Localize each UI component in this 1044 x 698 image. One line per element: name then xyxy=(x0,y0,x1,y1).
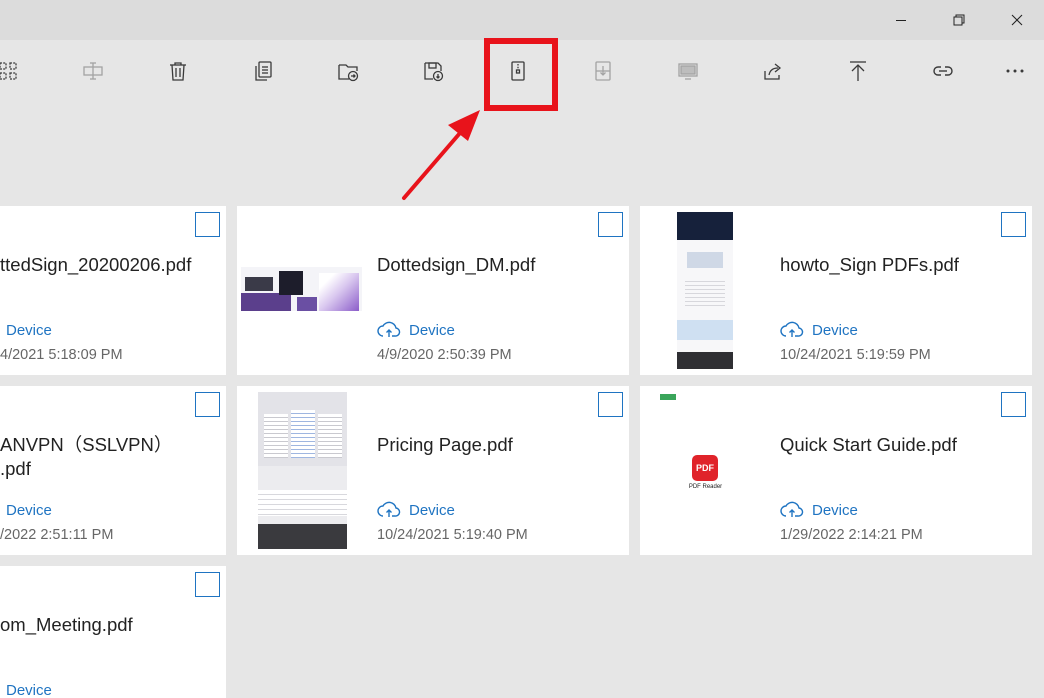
minimize-icon xyxy=(896,20,906,21)
file-thumbnail xyxy=(677,212,733,369)
file-card[interactable]: PDF PDF Reader Quick Start Guide.pdf Dev… xyxy=(640,386,1032,555)
grid-select-icon xyxy=(0,62,17,80)
location-label: Device xyxy=(409,321,455,339)
file-name: Pricing Page.pdf xyxy=(377,434,513,455)
share-button[interactable] xyxy=(743,40,803,102)
file-date: 10/24/2021 5:19:40 PM xyxy=(377,527,528,543)
file-thumbnail: PDF PDF Reader xyxy=(658,392,753,549)
select-button[interactable] xyxy=(0,40,38,102)
move-to-folder-icon xyxy=(338,64,359,82)
link-button[interactable] xyxy=(913,40,973,102)
location-label: Device xyxy=(812,501,858,519)
select-checkbox[interactable] xyxy=(598,392,623,417)
file-name-line2: .pdf xyxy=(0,458,31,479)
restore-icon xyxy=(953,14,965,26)
copy-icon xyxy=(255,61,272,81)
location-label: Device xyxy=(6,501,52,519)
cloud-upload-icon xyxy=(377,501,401,517)
file-location: Device xyxy=(377,321,455,339)
file-card[interactable]: ANVPN（SSLVPN） .pdf Device /2022 2:51:11 … xyxy=(0,386,226,555)
upload-icon xyxy=(850,61,866,81)
cloud-upload-icon xyxy=(780,321,804,337)
file-location: Device xyxy=(780,321,858,339)
close-button[interactable] xyxy=(988,0,1044,40)
file-name: howto_Sign PDFs.pdf xyxy=(780,254,959,275)
thumb-caption: PDF Reader xyxy=(688,484,723,490)
save-button[interactable] xyxy=(403,40,463,102)
monitor-icon xyxy=(678,63,698,80)
highlight-box xyxy=(484,38,558,111)
location-label: Device xyxy=(6,681,52,698)
cloud-upload-icon xyxy=(780,501,804,517)
file-date: 1/29/2022 2:14:21 PM xyxy=(780,527,923,543)
file-location: Device xyxy=(780,501,858,519)
select-checkbox[interactable] xyxy=(195,212,220,237)
file-name-line1: ANVPN（SSLVPN） xyxy=(0,434,173,455)
present-button[interactable] xyxy=(658,40,718,102)
extract-button[interactable] xyxy=(573,40,633,102)
title-bar xyxy=(0,0,1044,40)
select-checkbox[interactable] xyxy=(195,572,220,597)
select-checkbox[interactable] xyxy=(1001,392,1026,417)
location-label: Device xyxy=(812,321,858,339)
file-name: ttedSign_20200206.pdf xyxy=(0,254,192,275)
cloud-upload-icon xyxy=(377,321,401,337)
file-name: Quick Start Guide.pdf xyxy=(780,434,957,455)
file-thumbnail xyxy=(258,392,347,549)
file-name: ANVPN（SSLVPN） .pdf xyxy=(0,433,172,481)
file-date: 4/9/2020 2:50:39 PM xyxy=(377,347,512,363)
link-icon xyxy=(933,66,953,76)
trash-icon xyxy=(170,62,186,81)
file-card[interactable]: Dottedsign_DM.pdf Device 4/9/2020 2:50:3… xyxy=(237,206,629,375)
delete-button[interactable] xyxy=(148,40,208,102)
file-card[interactable]: Pricing Page.pdf Device 10/24/2021 5:19:… xyxy=(237,386,629,555)
extract-icon xyxy=(595,61,611,81)
file-card[interactable]: howto_Sign PDFs.pdf Device 10/24/2021 5:… xyxy=(640,206,1032,375)
rename-icon xyxy=(83,62,103,80)
file-location: Device xyxy=(0,681,52,698)
select-checkbox[interactable] xyxy=(195,392,220,417)
file-card[interactable]: ttedSign_20200206.pdf Device 4/2021 5:18… xyxy=(0,206,226,375)
file-card[interactable]: om_Meeting.pdf Device xyxy=(0,566,226,698)
upload-button[interactable] xyxy=(828,40,888,102)
more-icon xyxy=(1006,69,1024,73)
file-date: 10/24/2021 5:19:59 PM xyxy=(780,347,931,363)
file-location: Device xyxy=(377,501,455,519)
file-location: Device xyxy=(0,321,52,339)
file-thumbnail xyxy=(241,267,362,311)
minimize-button[interactable] xyxy=(872,0,930,40)
file-name: Dottedsign_DM.pdf xyxy=(377,254,536,275)
file-date: 4/2021 5:18:09 PM xyxy=(0,347,123,363)
file-date: /2022 2:51:11 PM xyxy=(0,527,114,543)
rename-button[interactable] xyxy=(63,40,123,102)
pdf-app-icon: PDF xyxy=(692,455,718,481)
location-label: Device xyxy=(6,321,52,339)
close-icon xyxy=(1011,14,1023,26)
save-icon xyxy=(424,62,444,82)
select-checkbox[interactable] xyxy=(598,212,623,237)
file-name: om_Meeting.pdf xyxy=(0,614,133,635)
share-icon xyxy=(764,63,782,80)
select-checkbox[interactable] xyxy=(1001,212,1026,237)
copy-button[interactable] xyxy=(233,40,293,102)
move-button[interactable] xyxy=(318,40,378,102)
restore-button[interactable] xyxy=(930,0,988,40)
more-button[interactable] xyxy=(985,40,1044,102)
file-location: Device xyxy=(0,501,52,519)
location-label: Device xyxy=(409,501,455,519)
